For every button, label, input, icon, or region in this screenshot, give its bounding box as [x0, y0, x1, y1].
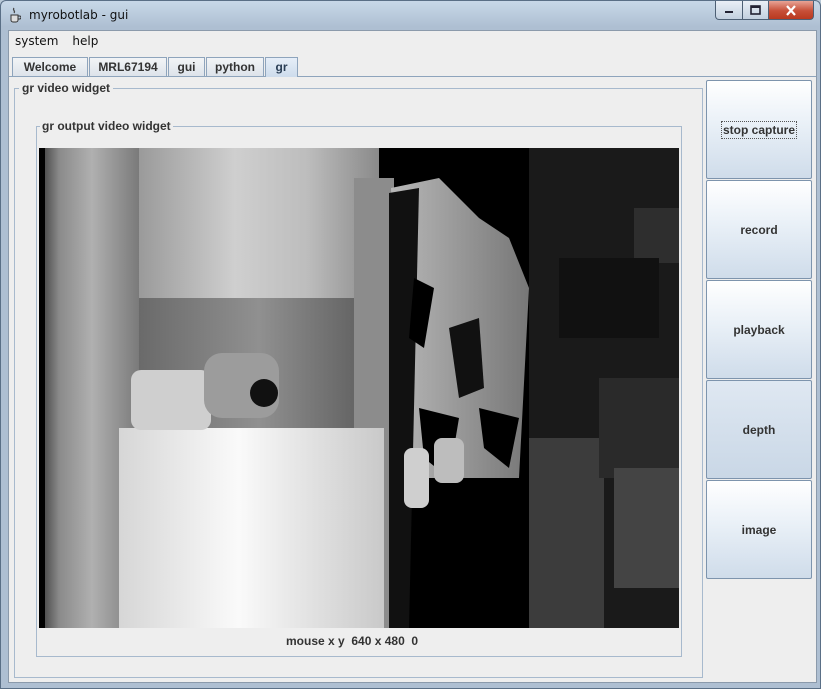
playback-button[interactable]: playback — [706, 280, 812, 379]
tab-divider — [9, 76, 816, 77]
maximize-button[interactable] — [743, 1, 769, 20]
depth-label: depth — [742, 422, 776, 437]
mouse-status-text: mouse x y 640 x 480 0 — [286, 634, 419, 648]
tab-gui[interactable]: gui — [168, 57, 205, 76]
depth-button[interactable]: depth — [706, 380, 812, 479]
title-bar[interactable]: myrobotlab - gui — [1, 1, 820, 29]
record-label: record — [740, 222, 778, 237]
menu-bar: system help — [9, 31, 816, 53]
maximize-icon — [750, 5, 761, 15]
tab-mrl67194[interactable]: MRL67194 — [89, 57, 167, 76]
stop-capture-button[interactable]: stop capture — [706, 80, 812, 179]
record-button[interactable]: record — [706, 180, 812, 279]
client-area: system help Welcome MRL67194 gui python … — [8, 30, 817, 683]
java-cup-icon — [10, 7, 21, 23]
minimize-icon — [725, 11, 733, 13]
tab-strip: Welcome MRL67194 gui python gr — [9, 55, 816, 77]
image-button[interactable]: image — [706, 480, 812, 579]
image-label: image — [741, 522, 777, 537]
menu-system[interactable]: system — [9, 31, 65, 53]
close-button[interactable] — [769, 1, 814, 20]
minimize-button[interactable] — [715, 1, 743, 20]
playback-label: playback — [733, 322, 785, 337]
stop-capture-label: stop capture — [720, 120, 797, 139]
depth-video-frame[interactable] — [39, 148, 679, 628]
app-window: myrobotlab - gui system help Welcome MRL… — [0, 0, 821, 689]
video-widget-title: gr video widget — [19, 81, 114, 95]
menu-help[interactable]: help — [65, 31, 105, 53]
tab-gr[interactable]: gr — [265, 57, 298, 77]
tab-python[interactable]: python — [206, 57, 264, 76]
output-video-title: gr output video widget — [40, 119, 173, 133]
window-title: myrobotlab - gui — [29, 8, 129, 22]
close-icon — [786, 4, 796, 16]
tab-welcome[interactable]: Welcome — [12, 57, 88, 76]
